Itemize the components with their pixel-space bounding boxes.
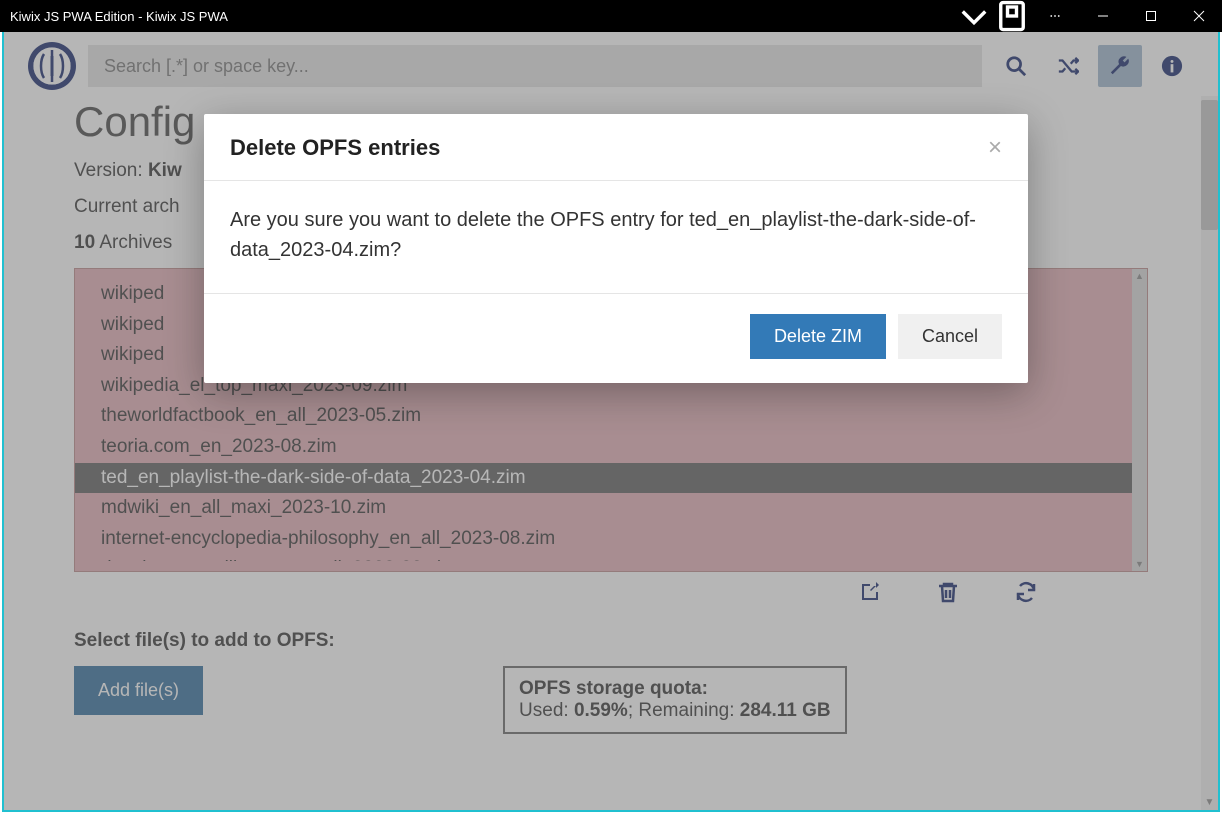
- modal-body: Are you sure you want to delete the OPFS…: [204, 181, 1028, 294]
- more-icon[interactable]: [1032, 0, 1078, 32]
- delete-zim-button[interactable]: Delete ZIM: [750, 314, 886, 359]
- minimize-button[interactable]: [1080, 0, 1126, 32]
- cancel-button[interactable]: Cancel: [898, 314, 1002, 359]
- maximize-button[interactable]: [1128, 0, 1174, 32]
- close-icon[interactable]: ×: [988, 134, 1002, 162]
- titlebar: Kiwix JS PWA Edition - Kiwix JS PWA: [0, 0, 1222, 32]
- modal-title: Delete OPFS entries: [230, 135, 440, 161]
- tablet-icon[interactable]: [994, 0, 1030, 32]
- window-title: Kiwix JS PWA Edition - Kiwix JS PWA: [10, 9, 956, 24]
- close-button[interactable]: [1176, 0, 1222, 32]
- chevron-down-icon[interactable]: [956, 0, 992, 32]
- titlebar-controls: [956, 0, 1222, 32]
- delete-modal: Delete OPFS entries × Are you sure you w…: [204, 114, 1028, 383]
